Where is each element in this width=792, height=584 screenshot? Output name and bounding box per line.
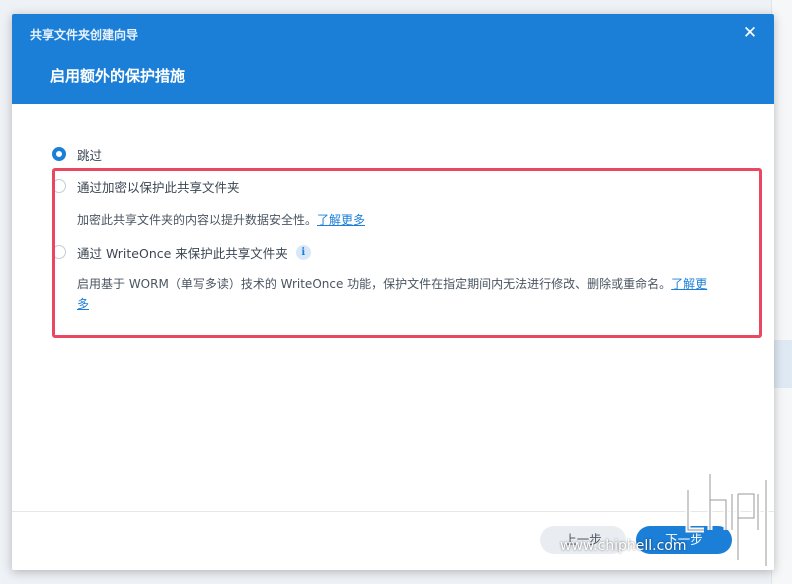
step-title: 启用额外的保护措施: [50, 67, 186, 85]
close-icon[interactable]: ✕: [740, 23, 760, 43]
option-skip-label: 跳过: [77, 147, 103, 163]
radio-skip[interactable]: [52, 147, 66, 161]
highlight-annotation-box: [52, 168, 762, 338]
option-skip[interactable]: 跳过: [52, 144, 102, 164]
watermark-logo: [685, 474, 774, 566]
watermark-text: www.chiphell.com: [560, 538, 687, 554]
wizard-dialog: 共享文件夹创建向导 ✕ 启用额外的保护措施 跳过 通过加密以保护此共享文件夹 加…: [12, 14, 774, 570]
background-row: [772, 340, 792, 388]
dialog-title: 共享文件夹创建向导: [30, 28, 139, 42]
dialog-header: 共享文件夹创建向导 ✕ 启用额外的保护措施: [12, 14, 774, 104]
